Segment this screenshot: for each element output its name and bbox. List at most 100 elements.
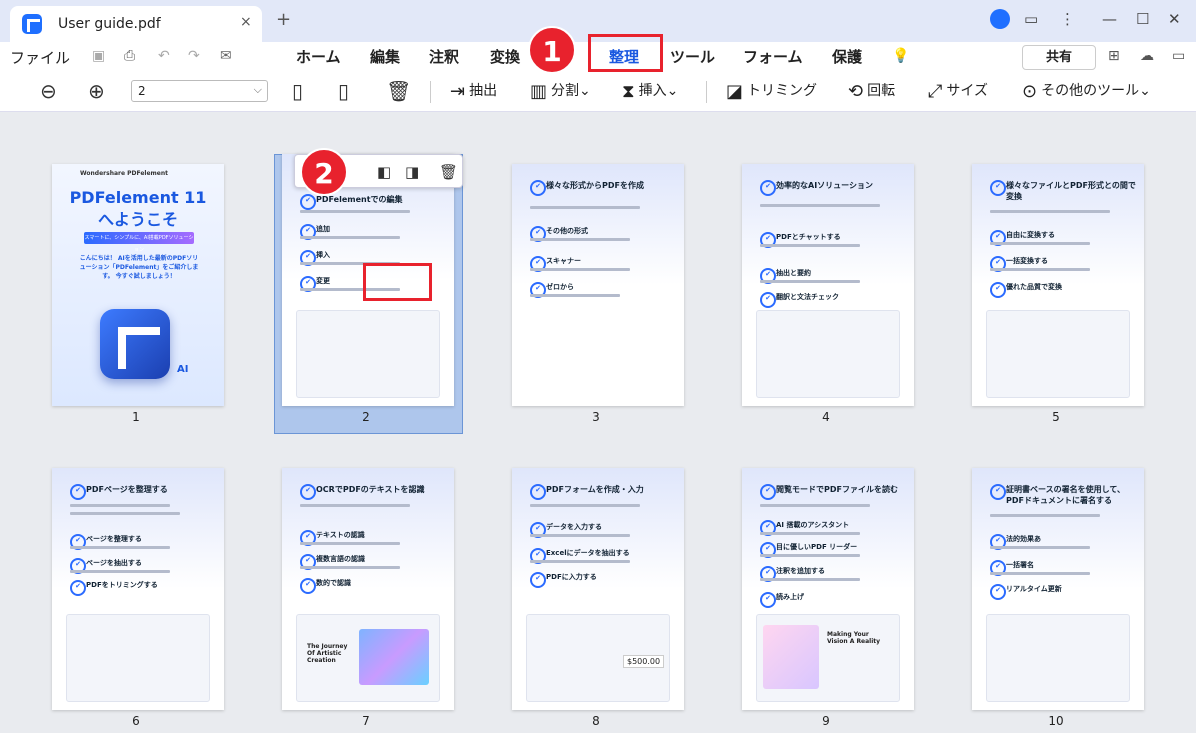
cover-title: PDFelement 11 — [69, 188, 207, 207]
page-item: 法的効果あ — [990, 534, 1136, 550]
pdfelement-logo-icon — [100, 309, 170, 379]
app-logo-icon — [22, 14, 42, 34]
illustration — [763, 625, 819, 689]
close-window-icon[interactable]: ✕ — [1168, 10, 1181, 28]
redo-icon[interactable]: ↷ — [188, 48, 200, 64]
rotate-left-page-icon[interactable]: ▯ — [292, 79, 303, 103]
zoom-out-icon[interactable]: ⊖ — [40, 79, 57, 103]
tab-close-icon[interactable]: × — [240, 14, 252, 30]
size-button[interactable]: ⤢ サイズ — [928, 80, 988, 102]
split-button[interactable]: ▥ 分割⌄ — [530, 80, 591, 102]
feedback-icon[interactable]: ▭ — [1024, 10, 1038, 28]
minimize-icon[interactable]: — — [1102, 10, 1117, 28]
extract-icon: ⇥ — [450, 81, 466, 102]
page-item: スキャナー — [530, 256, 676, 272]
tab-protect[interactable]: 保護 — [832, 46, 862, 67]
page-thumbnail[interactable]: PDFフォームを作成・入力 データを入力する Excelにデータを抽出する PD… — [512, 468, 684, 710]
page-heading: 効率的なAIソリューション — [760, 180, 906, 196]
page-screenshot: $500.00 — [526, 614, 670, 702]
page-thumbnails-area: Wondershare PDFelement PDFelement 11 へよう… — [0, 113, 1196, 733]
tab-home[interactable]: ホーム — [296, 46, 341, 67]
insert-button[interactable]: ⧗ 挿入⌄ — [622, 80, 678, 102]
cover-brand: Wondershare PDFelement — [80, 170, 169, 177]
page-item: 一括署名 — [990, 560, 1136, 576]
tab-edit[interactable]: 編集 — [370, 46, 400, 67]
page-item: PDFとチャットする — [760, 232, 906, 248]
document-tab[interactable]: User guide.pdf × — [10, 6, 262, 42]
page-screenshot — [296, 310, 440, 398]
more-menu-icon[interactable]: ⋮ — [1060, 10, 1075, 28]
page-number: 1 — [132, 410, 140, 424]
crop-icon: ◪ — [726, 81, 744, 102]
delete-page-icon[interactable]: 🗑 — [386, 79, 411, 103]
page-thumbnail[interactable]: 証明書ベースの署名を使用して、PDFドキュメントに署名する 法的効果あ 一括署名… — [972, 468, 1144, 710]
page-thumbnail[interactable]: 様々な形式からPDFを作成 その他の形式 スキャナー ゼロから — [512, 164, 684, 406]
page-heading: 様々な形式からPDFを作成 — [530, 180, 676, 196]
crop-button[interactable]: ◪ トリミング — [726, 80, 817, 102]
tab-annotate[interactable]: 注釈 — [429, 46, 459, 67]
page-screenshot: Making Your Vision A Reality — [756, 614, 900, 702]
rotate-right-icon[interactable]: ◨ — [405, 163, 419, 181]
tab-tools[interactable]: ツール — [670, 46, 715, 67]
size-label: サイズ — [946, 83, 988, 99]
toolbar-divider — [430, 81, 431, 103]
page-item: 抽出と要約 — [760, 268, 906, 284]
extract-button[interactable]: ⇥ 抽出 — [450, 80, 497, 102]
lightbulb-icon[interactable]: 💡 — [892, 48, 909, 64]
share-button[interactable]: 共有 — [1022, 45, 1096, 70]
rotate-left-icon[interactable]: ◧ — [377, 163, 391, 181]
panel-toggle-icon[interactable]: ▭ — [1172, 48, 1185, 64]
file-menu[interactable]: ファイル — [10, 47, 70, 68]
org-icon[interactable]: ⊞ — [1108, 48, 1120, 64]
account-icon[interactable] — [990, 9, 1010, 29]
page-number: 4 — [822, 410, 830, 424]
undo-icon[interactable]: ↶ — [158, 48, 170, 64]
page-thumbnail[interactable]: Wondershare PDFelement PDFelement 11 へよう… — [52, 164, 224, 406]
page-item: 注釈を追加する — [760, 566, 906, 582]
page-selector[interactable]: 2 ⌵ — [131, 80, 268, 102]
rotate-icon: ⟲ — [848, 81, 864, 102]
page-screenshot — [756, 310, 900, 398]
extract-label: 抽出 — [469, 83, 498, 99]
page-thumbnail[interactable]: PDFページを整理する ページを整理する ページを抽出する PDFをトリミングす… — [52, 468, 224, 710]
save-icon[interactable]: ▣ — [92, 48, 105, 64]
zoom-in-icon[interactable]: ⊕ — [88, 79, 105, 103]
page-thumbnail[interactable]: OCRでPDFのテキストを認識 テキストの認識 複数言語の認識 数的で認識 Th… — [282, 468, 454, 710]
page-item: 数的で認識 — [300, 578, 446, 594]
delete-icon[interactable]: 🗑 — [439, 163, 458, 181]
mail-icon[interactable]: ✉ — [220, 48, 232, 64]
page-heading: 証明書ベースの署名を使用して、PDFドキュメントに署名する — [990, 484, 1136, 506]
cloud-upload-icon[interactable]: ☁ — [1140, 48, 1154, 64]
cover-subtitle: へようこそ — [97, 210, 178, 229]
page-number: 7 — [362, 714, 370, 728]
crop-label: トリミング — [747, 83, 818, 99]
tab-convert[interactable]: 変換 — [490, 46, 520, 67]
page-item: 複数言語の認識 — [300, 554, 446, 570]
page-screenshot — [66, 614, 210, 702]
rotate-button[interactable]: ⟲ 回転 — [848, 80, 895, 102]
print-icon[interactable]: ⎙ — [124, 48, 135, 64]
rotate-right-page-icon[interactable]: ▯ — [338, 79, 349, 103]
page-item: 読み上げ — [760, 592, 906, 608]
page-thumbnail[interactable]: 様々なファイルとPDF形式との間で変換 自由に変換する 一括変換する 優れた品質… — [972, 164, 1144, 406]
price-field: $500.00 — [623, 655, 665, 668]
tab-form[interactable]: フォーム — [743, 46, 803, 67]
page-heading: OCRでPDFのテキストを認識 — [300, 484, 446, 500]
more-tools-button[interactable]: ⊙ その他のツール⌄ — [1022, 80, 1151, 102]
page-item: テキストの認識 — [300, 530, 446, 546]
page-item: 目に優しいPDF リーダー — [760, 542, 906, 558]
step-badge-1: 1 — [528, 26, 576, 74]
insert-label: 挿入 — [638, 83, 667, 99]
tab-title: User guide.pdf — [58, 16, 161, 32]
resize-icon: ⤢ — [928, 81, 943, 102]
maximize-icon[interactable]: ☐ — [1136, 10, 1149, 28]
page-thumbnail[interactable]: 閲覧モードでPDFファイルを読む AI 搭載のアシスタント 目に優しいPDF リ… — [742, 468, 914, 710]
more-tools-label: その他のツール — [1041, 83, 1140, 99]
page-thumbnail[interactable]: 効率的なAIソリューション PDFとチャットする 抽出と要約 翻訳と文法チェック — [742, 164, 914, 406]
page-number: 8 — [592, 714, 600, 728]
page-item: AI 搭載のアシスタント — [760, 520, 906, 536]
screenshot-title: Making Your Vision A Reality — [827, 631, 881, 645]
page-item: PDFに入力する — [530, 572, 676, 588]
cover-tagline: こんにちは！ AIを活用した最新のPDFソリューション「PDFelement」を… — [79, 255, 199, 280]
new-tab-icon[interactable]: + — [276, 9, 291, 30]
